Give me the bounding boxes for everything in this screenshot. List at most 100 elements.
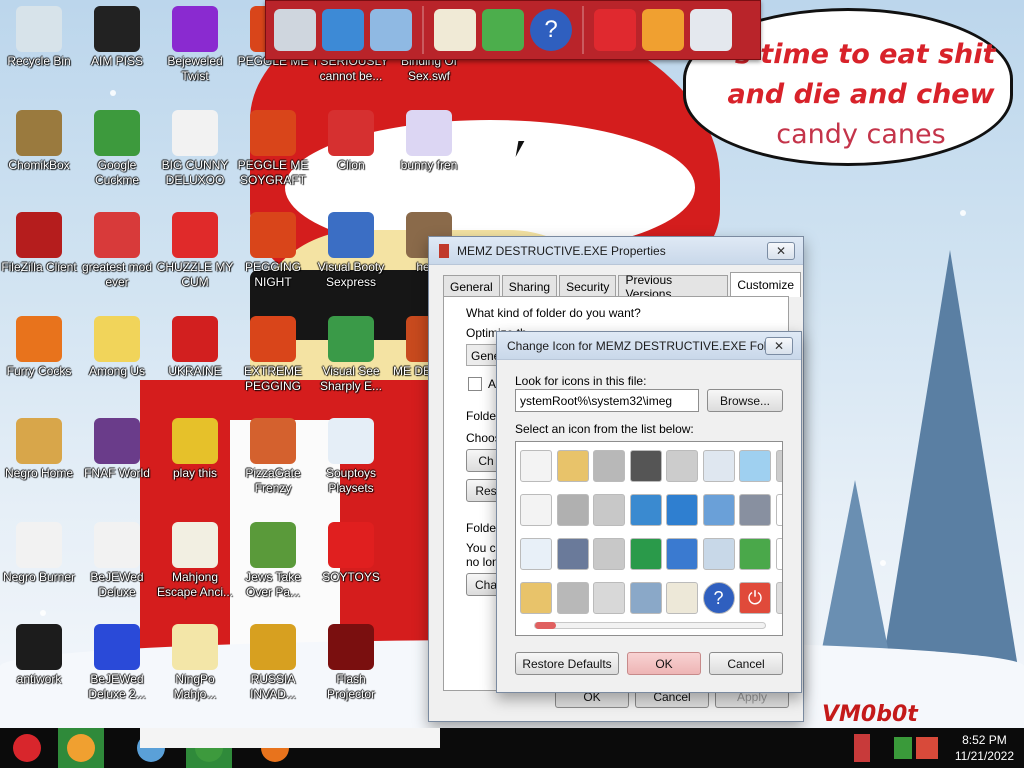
tab-previous-versions[interactable]: Previous Versions: [618, 273, 729, 301]
desktop-icon[interactable]: bunny fren: [390, 110, 468, 173]
folder-open-icon[interactable]: [520, 582, 552, 614]
network-share-icon[interactable]: [593, 494, 625, 526]
icon-list-scrollbar[interactable]: [534, 622, 766, 629]
desktop-icon[interactable]: Bejeweled Twist: [156, 6, 234, 84]
tab-customize[interactable]: Customize: [730, 272, 801, 297]
folder-icon[interactable]: [556, 450, 589, 482]
cd-icon[interactable]: [775, 538, 782, 570]
desktop-icon[interactable]: CHUZZLE MY CUM: [156, 212, 234, 290]
snowman-icon[interactable]: [434, 9, 476, 51]
change-icon-ok-button[interactable]: OK: [627, 652, 701, 675]
speaker-icon[interactable]: [739, 494, 771, 526]
change-icon-cancel-button[interactable]: Cancel: [709, 652, 783, 675]
tab-general[interactable]: General: [443, 275, 500, 297]
desktop-icon[interactable]: Jews Take Over Pa...: [234, 522, 312, 600]
tab-sharing[interactable]: Sharing: [501, 275, 558, 297]
network-globe-icon[interactable]: [666, 494, 698, 526]
properties-titlebar[interactable]: MEMZ DESTRUCTIVE.EXE Properties ✕: [429, 237, 803, 265]
show-desktop-icon[interactable]: [854, 734, 870, 762]
window-blank-icon[interactable]: [520, 538, 552, 570]
tab-security[interactable]: Security: [559, 275, 617, 297]
desktop-icon[interactable]: SOYTOYS: [312, 522, 390, 585]
desktop-icon[interactable]: FileZilla Client: [0, 212, 78, 275]
desktop-icon[interactable]: RUSSIA INVAD...: [234, 624, 312, 702]
desktop-icon[interactable]: BeJEWed Deluxe: [78, 522, 156, 600]
floppy-icon[interactable]: [556, 538, 589, 570]
network-tray-icon[interactable]: [894, 737, 912, 759]
power-icon[interactable]: ⏻: [739, 582, 771, 614]
globe-icon[interactable]: [629, 494, 662, 526]
desktop-icon[interactable]: Clion: [312, 110, 390, 173]
desktop-icon[interactable]: Souptoys Playsets: [312, 418, 390, 496]
text-document-icon[interactable]: [520, 494, 552, 526]
desktop-icon[interactable]: BIG CUNNY DELUXOO: [156, 110, 234, 188]
desktop-icon[interactable]: Flash Projector: [312, 624, 390, 702]
help-icon[interactable]: ?: [702, 582, 735, 614]
desktop-icon[interactable]: ChomikBox: [0, 110, 78, 173]
shortcut-icon[interactable]: [775, 494, 782, 526]
close-icon[interactable]: ✕: [765, 336, 793, 355]
restore-defaults-button[interactable]: Restore Defaults: [515, 652, 619, 675]
desktop-icon[interactable]: PEGGLE ME SOYGRAFT: [234, 110, 312, 188]
cd-drive-icon[interactable]: [593, 582, 625, 614]
desktop-icon[interactable]: Negro Home: [0, 418, 78, 481]
santa-start-icon[interactable]: [0, 728, 54, 768]
chip-icon[interactable]: [629, 450, 662, 482]
desktop-icon[interactable]: Visual See Sharply E...: [312, 316, 390, 394]
window-small-icon[interactable]: [520, 450, 552, 482]
icon-list[interactable]: ? ⏻: [515, 441, 783, 636]
change-icon-titlebar[interactable]: Change Icon for MEMZ DESTRUCTIVE.EXE Fol…: [497, 332, 801, 360]
scrollbar-thumb[interactable]: [535, 622, 556, 629]
globe-network-icon[interactable]: [322, 9, 364, 51]
desktop-icon[interactable]: Visual Booty Sexpress: [312, 212, 390, 290]
hard-drive-icon[interactable]: [556, 582, 589, 614]
desktop-icon[interactable]: FNAF World: [78, 418, 156, 481]
monitor-icon[interactable]: [739, 450, 771, 482]
mouse-globe-icon[interactable]: [629, 538, 662, 570]
magnifier-icon[interactable]: [702, 538, 735, 570]
network-icon[interactable]: [666, 538, 698, 570]
desktop-icon[interactable]: PizzaGate Frenzy: [234, 418, 312, 496]
desktop-icon[interactable]: AIM PISS: [78, 6, 156, 69]
windows-update-icon[interactable]: [482, 9, 524, 51]
apply-subfolders-checkbox[interactable]: [468, 377, 482, 391]
calculator-icon[interactable]: [666, 582, 698, 614]
desktop-icon[interactable]: UKRAINE: [156, 316, 234, 379]
tray-clock[interactable]: 8:52 PM 11/21/2022: [955, 732, 1014, 764]
volume-tray-icon[interactable]: [916, 737, 938, 759]
arrow-drive-icon[interactable]: [739, 538, 771, 570]
desktop-icon[interactable]: antiwork: [0, 624, 78, 687]
folder-taskbar-icon[interactable]: [58, 728, 104, 768]
desktop-icon[interactable]: Mahjong Escape Anci...: [156, 522, 234, 600]
desktop-icon[interactable]: Furry Cocks: [0, 316, 78, 379]
desktop-icon[interactable]: Negro Burner: [0, 522, 78, 585]
printer-icon[interactable]: [666, 450, 698, 482]
computer-icon[interactable]: [629, 582, 662, 614]
browse-button[interactable]: Browse...: [707, 389, 783, 412]
desktop-icon[interactable]: NingPo Mahjo...: [156, 624, 234, 702]
clock-icon[interactable]: [702, 450, 735, 482]
network-drive-icon[interactable]: [556, 494, 589, 526]
recycle-bin-icon[interactable]: [690, 9, 732, 51]
icon-file-input[interactable]: [515, 389, 699, 412]
folder-icon[interactable]: [642, 9, 684, 51]
drive-icon[interactable]: [593, 450, 625, 482]
drive-error-icon[interactable]: [593, 538, 625, 570]
desktop-icon[interactable]: PEGGING NIGHT: [234, 212, 312, 290]
control-panel-icon[interactable]: [370, 9, 412, 51]
close-icon[interactable]: ✕: [767, 241, 795, 260]
desktop-icon[interactable]: EXTREME PEGGING: [234, 316, 312, 394]
partial-icon[interactable]: [775, 450, 782, 482]
control-panel-icon[interactable]: [702, 494, 735, 526]
desktop-icon[interactable]: play this: [156, 418, 234, 481]
desktop-icon[interactable]: greatest mod ever: [78, 212, 156, 290]
desktop-icon[interactable]: Google Cuckme: [78, 110, 156, 188]
help-icon[interactable]: ?: [530, 9, 572, 51]
santa-computer-icon[interactable]: [274, 9, 316, 51]
taskbar-search-box[interactable]: [140, 728, 440, 748]
partial-icon[interactable]: [775, 582, 782, 614]
desktop-icon[interactable]: BeJEWed Deluxe 2...: [78, 624, 156, 702]
gift-icon[interactable]: [594, 9, 636, 51]
desktop-icon[interactable]: Among Us: [78, 316, 156, 379]
desktop-icon[interactable]: Recycle Bin: [0, 6, 78, 69]
